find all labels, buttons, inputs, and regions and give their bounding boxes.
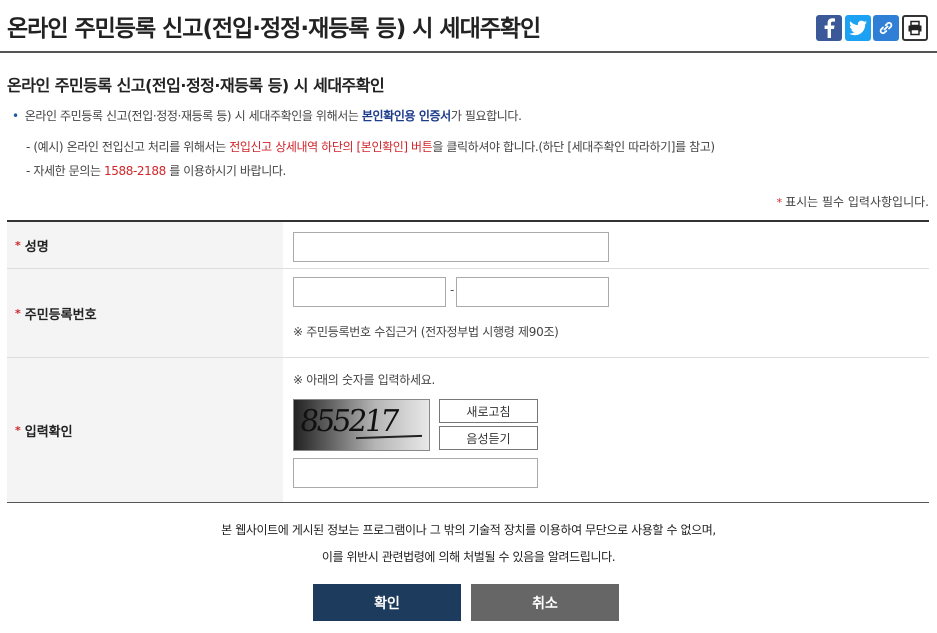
notice-text: 온라인 주민등록 신고(전입·정정·재등록 등) 시 세대주확인을 위해서는 — [24, 109, 362, 123]
captcha-cell: ※ 아래의 숫자를 입력하세요. 855217 새로고침 음성듣기 — [283, 358, 929, 502]
form-table: * 성명 * 주민등록번호 - ※ 주민등록번호 수집근거 (전자정부법 시행령 제… — [7, 220, 929, 503]
bullet-icon: • — [12, 109, 19, 123]
form-row-name: * 성명 — [7, 222, 929, 269]
required-mark-icon: * — [15, 423, 21, 437]
rrn-cell: - ※ 주민등록번호 수집근거 (전자정부법 시행령 제90조) — [283, 269, 929, 357]
notice-text: - (예시) 온라인 전입신고 처리를 위해서는 — [26, 140, 230, 154]
name-cell — [283, 222, 929, 268]
page-title: 온라인 주민등록 신고(전입·정정·재등록 등) 시 세대주확인 — [7, 16, 541, 42]
captcha-refresh-button[interactable]: 새로고침 — [439, 399, 538, 423]
rrn-hint: ※ 주민등록번호 수집근거 (전자정부법 시행령 제90조) — [293, 325, 559, 339]
link-icon — [879, 21, 893, 35]
notice-contact: - 자세한 문의는 1588-2188 를 이용하시기 바랍니다. — [26, 162, 286, 179]
section-title: 온라인 주민등록 신고(전입·정정·재등록 등) 시 세대주확인 — [7, 76, 385, 95]
captcha-label-text: 입력확인 — [24, 424, 73, 440]
cancel-button[interactable]: 취소 — [471, 584, 619, 621]
name-input[interactable] — [293, 232, 609, 262]
notice-certificate: • 온라인 주민등록 신고(전입·정정·재등록 등) 시 세대주확인을 위해서는 … — [12, 107, 522, 124]
twitter-icon — [849, 20, 867, 36]
required-mark-icon: * — [15, 306, 21, 320]
rrn-separator: - — [450, 283, 455, 297]
link-share-button[interactable] — [873, 15, 899, 41]
captcha-image-text: 855217 — [297, 404, 399, 439]
required-mark-icon: * — [15, 238, 21, 252]
required-note-text: 표시는 필수 입력사항입니다. — [785, 195, 929, 209]
required-note: * 표시는 필수 입력사항입니다. — [777, 193, 929, 210]
captcha-image: 855217 — [293, 399, 430, 451]
notice-emphasis: 본인확인용 인증서 — [361, 109, 451, 123]
notice-text: 을 클릭하셔야 합니다.(하단 [세대주확인 따라하기]를 참고) — [432, 140, 715, 154]
rrn-label: * 주민등록번호 — [7, 269, 283, 357]
notice-text: 가 필요합니다. — [450, 109, 522, 123]
captcha-audio-button[interactable]: 음성듣기 — [439, 426, 538, 450]
confirm-button[interactable]: 확인 — [313, 584, 461, 621]
twitter-share-button[interactable] — [845, 15, 871, 41]
notice-text: - 자세한 문의는 — [26, 164, 105, 178]
print-button[interactable] — [902, 15, 928, 41]
facebook-icon — [824, 18, 835, 38]
captcha-input[interactable] — [293, 458, 538, 488]
disclaimer-line-1: 본 웹사이트에 게시된 정보는 프로그램이나 그 밖의 기술적 장치를 이용하여… — [221, 523, 716, 537]
required-mark-icon: * — [776, 196, 783, 209]
rrn-back-input[interactable] — [456, 277, 609, 307]
notice-emphasis: 전입신고 상세내역 하단의 [본인확인] 버튼 — [229, 140, 433, 154]
name-label: * 성명 — [7, 222, 283, 268]
form-row-rrn: * 주민등록번호 - ※ 주민등록번호 수집근거 (전자정부법 시행령 제90조) — [7, 269, 929, 358]
facebook-share-button[interactable] — [816, 15, 842, 41]
contact-phone: 1588-2188 — [104, 164, 166, 178]
form-row-captcha: * 입력확인 ※ 아래의 숫자를 입력하세요. 855217 새로고침 음성듣기 — [7, 358, 929, 502]
rrn-label-text: 주민등록번호 — [24, 307, 97, 323]
name-label-text: 성명 — [24, 239, 49, 255]
rrn-front-input[interactable] — [293, 277, 446, 307]
printer-icon — [908, 20, 922, 36]
captcha-label: * 입력확인 — [7, 358, 283, 502]
notice-example: - (예시) 온라인 전입신고 처리를 위해서는 전입신고 상세내역 하단의 [… — [26, 138, 715, 155]
disclaimer-line-2: 이를 위반시 관련법령에 의해 처벌될 수 있음을 알려드립니다. — [321, 550, 616, 564]
notice-text: 를 이용하시기 바랍니다. — [165, 164, 286, 178]
page-header: 온라인 주민등록 신고(전입·정정·재등록 등) 시 세대주확인 — [0, 0, 937, 53]
captcha-hint: ※ 아래의 숫자를 입력하세요. — [293, 373, 435, 387]
